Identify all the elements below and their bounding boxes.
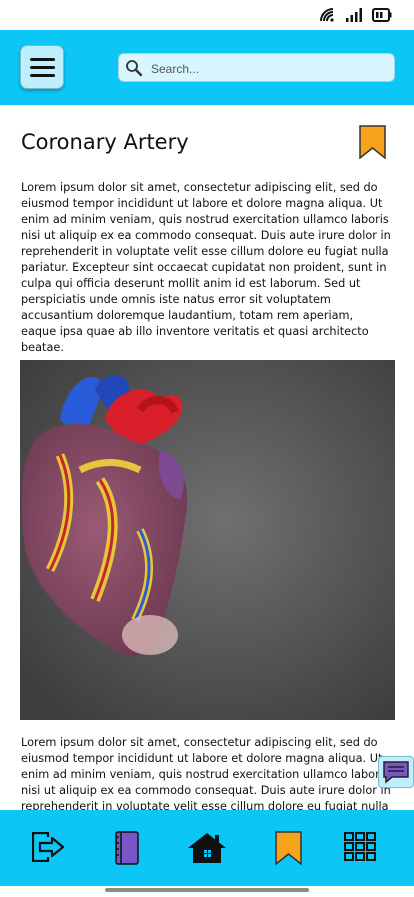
- chat-icon: [383, 761, 409, 784]
- article-paragraph: Lorem ipsum dolor sit amet, consectetur …: [21, 181, 391, 354]
- hamburger-menu-icon: [29, 57, 55, 61]
- logout-icon[interactable]: [32, 832, 66, 862]
- home-icon[interactable]: [187, 832, 227, 864]
- search-bar[interactable]: [118, 53, 395, 82]
- hamburger-menu-button[interactable]: [20, 45, 64, 89]
- notebook-icon[interactable]: [114, 831, 140, 865]
- wifi-icon: [320, 8, 334, 22]
- search-input[interactable]: [149, 57, 388, 80]
- grid-icon[interactable]: [344, 832, 376, 862]
- hamburger-line: [29, 65, 55, 69]
- page-title: Coronary Artery: [21, 130, 189, 154]
- battery-icon: [372, 7, 392, 22]
- signal-icon: [346, 7, 362, 22]
- chat-button[interactable]: [378, 756, 414, 788]
- hamburger-line: [29, 73, 55, 77]
- bookmark-icon[interactable]: [359, 125, 386, 159]
- home-indicator[interactable]: [105, 888, 309, 892]
- bookmark-icon[interactable]: [275, 831, 302, 865]
- heart-model-image: [20, 360, 395, 720]
- article-paragraph: Lorem ipsum dolor sit amet, consectetur …: [21, 736, 391, 811]
- bottom-navigation: [0, 810, 414, 886]
- search-icon: [126, 60, 143, 77]
- app-header: [0, 30, 414, 105]
- status-bar: [0, 0, 414, 30]
